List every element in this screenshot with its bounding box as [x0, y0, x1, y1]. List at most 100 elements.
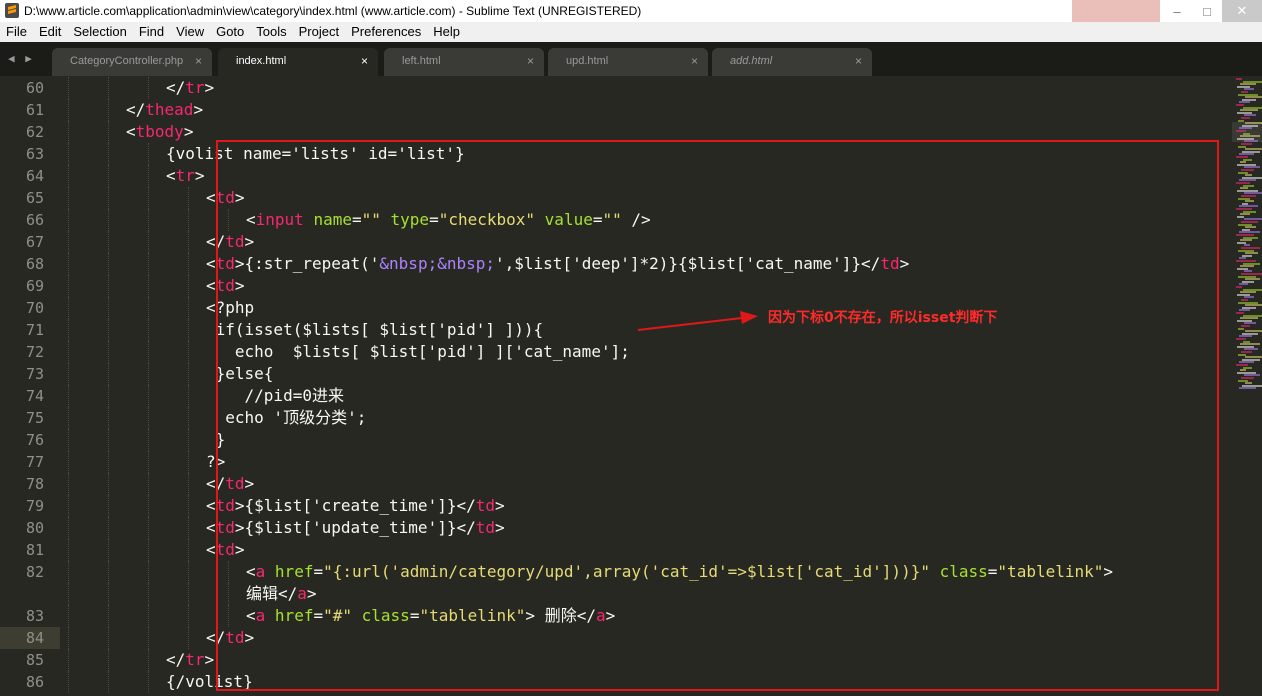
indent-guide: [228, 561, 229, 583]
indent-guide: [188, 473, 189, 495]
code-line[interactable]: 64 <tr>: [0, 165, 1232, 187]
code-token: td: [475, 496, 495, 515]
tab-close-icon[interactable]: ×: [691, 54, 698, 68]
tab-categorycontroller-php[interactable]: CategoryController.php ×: [52, 48, 212, 76]
tab-close-icon[interactable]: ×: [855, 54, 862, 68]
code-line[interactable]: 编辑</a>: [0, 583, 1232, 605]
code-line[interactable]: 77 ?>: [0, 451, 1232, 473]
code-line[interactable]: 67 </td>: [0, 231, 1232, 253]
indent-guide: [188, 429, 189, 451]
code-line[interactable]: 70 <?php: [0, 297, 1232, 319]
code-editor[interactable]: 60 </tr> 61 </thead> 62 <tbody> 63 {volist name…: [0, 76, 1232, 696]
indent-guide: [188, 363, 189, 385]
code-token: td: [215, 188, 235, 207]
code-token: "checkbox": [438, 210, 536, 229]
code-text: </tr>: [166, 77, 214, 99]
menu-project[interactable]: Project: [293, 22, 345, 42]
code-token: "": [361, 210, 381, 229]
menu-view[interactable]: View: [170, 22, 210, 42]
code-token: >: [244, 474, 255, 493]
tab-close-icon[interactable]: ×: [361, 54, 368, 68]
code-line[interactable]: 68 <td>{:str_repeat('&nbsp;&nbsp;',$list[…: [0, 253, 1232, 275]
code-line[interactable]: 61 </thead>: [0, 99, 1232, 121]
code-line[interactable]: 81 <td>: [0, 539, 1232, 561]
code-line[interactable]: 75 echo '顶级分类';: [0, 407, 1232, 429]
code-token: >: [193, 100, 204, 119]
menu-file[interactable]: File: [0, 22, 33, 42]
code-text: <td>: [206, 187, 245, 209]
indent-guide: [148, 187, 149, 209]
code-line[interactable]: 78 </td>: [0, 473, 1232, 495]
minimize-button[interactable]: –: [1162, 0, 1192, 22]
code-token: =: [313, 562, 324, 581]
menu-preferences[interactable]: Preferences: [345, 22, 427, 42]
tab-close-icon[interactable]: ×: [527, 54, 534, 68]
code-line[interactable]: 62 <tbody>: [0, 121, 1232, 143]
menu-tools[interactable]: Tools: [250, 22, 292, 42]
code-line[interactable]: 76 }: [0, 429, 1232, 451]
code-token: <: [206, 518, 216, 537]
menu-help[interactable]: Help: [427, 22, 466, 42]
code-line[interactable]: 63 {volist name='lists' id='list'}: [0, 143, 1232, 165]
menu-goto[interactable]: Goto: [210, 22, 250, 42]
code-token: >: [234, 188, 245, 207]
maximize-button[interactable]: □: [1192, 0, 1222, 22]
code-line[interactable]: 74 //pid=0进来: [0, 385, 1232, 407]
code-text: 编辑</a>: [246, 583, 317, 605]
indent-guide: [188, 407, 189, 429]
code-line[interactable]: 73 }else{: [0, 363, 1232, 385]
indent-guide: [188, 605, 189, 627]
tab-close-icon[interactable]: ×: [195, 54, 202, 68]
menu-find[interactable]: Find: [133, 22, 170, 42]
code-text: <td>: [206, 539, 245, 561]
code-line[interactable]: 83 <a href="#" class="tablelink"> 删除</a>: [0, 605, 1232, 627]
code-text: }else{: [206, 363, 274, 385]
tab-label: index.html: [236, 55, 287, 67]
close-button[interactable]: ✕: [1222, 0, 1262, 22]
code-line[interactable]: 72 echo $lists[ $list['pid'] ]['cat_name…: [0, 341, 1232, 363]
code-line[interactable]: 60 </tr>: [0, 77, 1232, 99]
minimap[interactable]: [1232, 76, 1262, 696]
indent-guide: [68, 539, 69, 561]
code-token: >: [234, 540, 245, 559]
code-token: td: [225, 628, 245, 647]
tab-upd-html[interactable]: upd.html ×: [548, 48, 708, 76]
code-line[interactable]: 71 if(isset($lists[ $list['pid'] ])){: [0, 319, 1232, 341]
tab-index-html[interactable]: index.html ×: [218, 48, 378, 76]
code-token: >{$list['create_time']}</: [234, 496, 476, 515]
tab-add-html[interactable]: add.html ×: [712, 48, 872, 76]
code-token: >: [204, 78, 215, 97]
code-token: &nbsp;&nbsp;: [379, 254, 495, 273]
code-token: />: [621, 210, 651, 229]
code-line[interactable]: 84 </td>: [0, 627, 1232, 649]
code-line[interactable]: 80 <td>{$list['update_time']}</td>: [0, 517, 1232, 539]
code-line[interactable]: 65 <td>: [0, 187, 1232, 209]
code-line[interactable]: 66 <input name="" type="checkbox" value="…: [0, 209, 1232, 231]
indent-guide: [148, 627, 149, 649]
indent-guide: [108, 583, 109, 605]
indent-guide: [188, 297, 189, 319]
tab-left-html[interactable]: left.html ×: [384, 48, 544, 76]
indent-guide: [148, 605, 149, 627]
code-token: a: [255, 606, 266, 625]
menu-selection[interactable]: Selection: [67, 22, 132, 42]
code-token: value: [544, 210, 593, 229]
indent-guide: [108, 451, 109, 473]
code-line[interactable]: 69 <td>: [0, 275, 1232, 297]
tab-nav-arrows-icon[interactable]: ◀ ▶: [8, 52, 34, 65]
code-line[interactable]: 79 <td>{$list['create_time']}</td>: [0, 495, 1232, 517]
code-line[interactable]: 82 <a href="{:url('admin/category/upd',ar…: [0, 561, 1232, 583]
code-line[interactable]: 85 </tr>: [0, 649, 1232, 671]
code-token: > 删除</: [525, 606, 596, 625]
code-line[interactable]: 86 {/volist}: [0, 671, 1232, 693]
indent-guide: [68, 429, 69, 451]
code-text: <tbody>: [126, 121, 193, 143]
indent-guide: [148, 451, 149, 473]
minimap-line: [1236, 78, 1242, 80]
code-token: "tablelink": [419, 606, 526, 625]
code-text: </thead>: [126, 99, 203, 121]
menu-edit[interactable]: Edit: [33, 22, 67, 42]
code-text: <a href="{:url('admin/category/upd',arra…: [246, 561, 1113, 583]
code-token: =: [313, 606, 324, 625]
line-number: 80: [25, 519, 44, 537]
